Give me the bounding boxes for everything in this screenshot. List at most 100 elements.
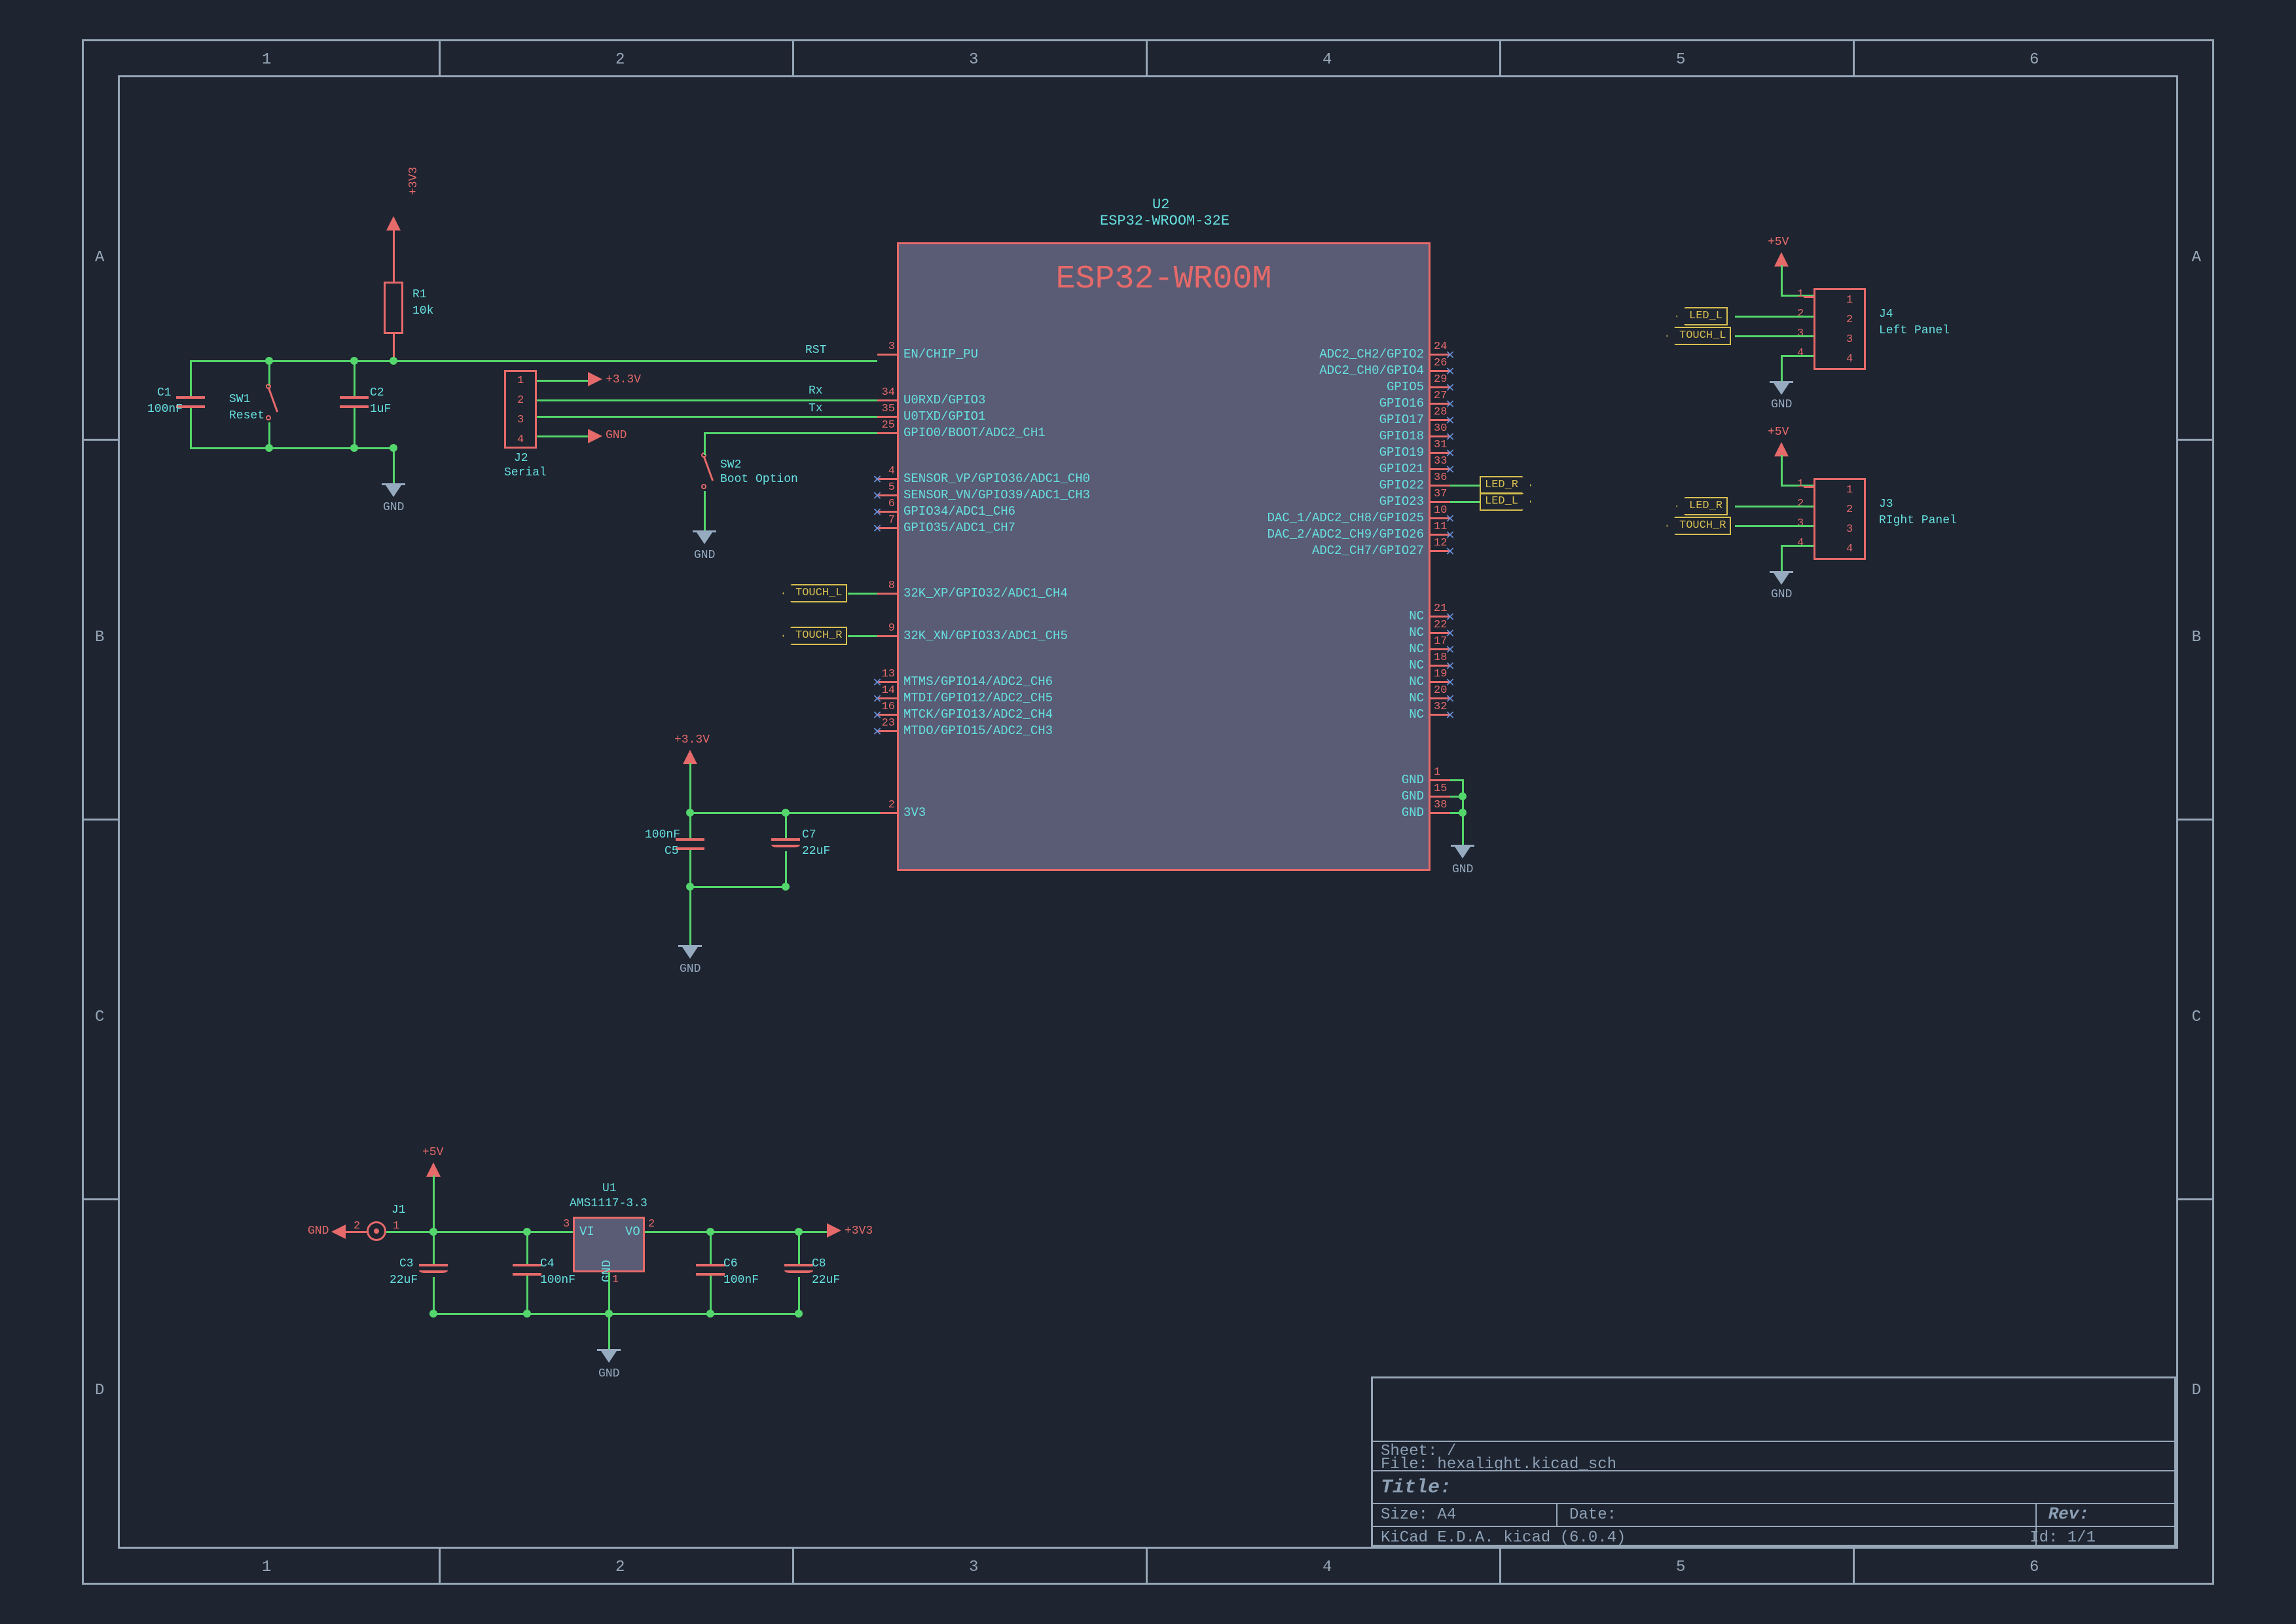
tb-file: File: hexalight.kicad_sch [1381,1456,1616,1473]
u2-rpin-name-15: GND [1402,789,1424,803]
u2-rpin-num-37: 37 [1434,488,1447,500]
u2-pin-num-3: 3 [874,341,895,353]
pwr-3v3-arrow [386,216,401,231]
c2-bot-wire [354,408,355,447]
r1-top [393,249,395,282]
u2-pin-name-7: GPIO35/ADC1_CH7 [903,521,1015,535]
j2-pin-1: 1 [517,375,524,387]
u2-pin-name-35: U0TXD/GPIO1 [903,409,985,424]
ruler-bot-6: 6 [2030,1559,2039,1576]
u2-rpin-num-15: 15 [1434,783,1447,795]
c2-top-wire [354,360,355,396]
c1-top-wire [190,360,192,396]
u2-pin-name-9: 32K_XN/GPIO33/ADC1_CH5 [903,629,1068,643]
u2-pin-num-25: 25 [874,419,895,432]
u2-pin-name-23: MTDO/GPIO15/ADC2_CH3 [903,724,1053,738]
r1 [384,282,403,334]
j1-gnd-stub [344,1231,367,1233]
J3-val: RIght Panel [1879,514,1957,527]
u1-n2: 2 [648,1218,655,1230]
J3-ext-3: 3 [1797,517,1804,530]
tag-TOUCH_R: TOUCH_R [1666,517,1731,535]
u2-rpin-name-20: NC [1409,691,1424,705]
u2-rpin-num-1: 1 [1434,766,1440,779]
c5-top [689,812,691,838]
u2-pin-name-3: EN/CHIP_PU [903,347,978,361]
u2-value: ESP32-WROOM-32E [1100,213,1230,229]
tick-top-3 [1499,41,1501,75]
u2-pin-stub-2 [877,812,897,814]
u2-rpin-name-24: ADC2_CH2/GPIO2 [1319,347,1424,361]
c4-val: 100nF [540,1274,575,1287]
u2-rpin-num-11: 11 [1434,521,1447,533]
J3-w3 [1735,525,1813,527]
ruler-left-D: D [95,1382,104,1399]
u1-gnd-bus [433,1313,800,1315]
ruler-top-5: 5 [1676,51,1685,69]
c57-gnd-drop [689,886,691,945]
u2-rpin-num-24: 24 [1434,341,1447,353]
u2-pin-num-9: 9 [874,622,895,635]
u2-rpin-name-19: NC [1409,674,1424,689]
c6-bot [710,1276,712,1313]
j1-to-bus [386,1231,435,1233]
J4-gnd-lbl: GND [1771,398,1792,411]
J3-gnd-lbl: GND [1771,588,1792,601]
u2-rpin-num-36: 36 [1434,471,1447,484]
pwr-5v-u1 [426,1162,441,1177]
j2-pin-2: 2 [517,394,524,407]
u1-vi: VI [579,1225,594,1239]
c57-drop [689,763,691,812]
j2-3v3-lbl: +3.3V [606,373,641,386]
gnd-reset-lbl: GND [383,501,404,514]
r1-val: 10k [412,304,433,318]
nc-icon: ✕ [1446,707,1454,724]
u2-pin-num-8: 8 [874,580,895,592]
tick-l-1 [84,819,118,821]
j2-gnd-arr [588,429,602,443]
tag-TOUCH_L: TOUCH_L [782,584,847,602]
u2-pin-name-14: MTDI/GPIO12/ADC2_CH5 [903,691,1053,705]
net-rx: Rx [809,384,823,397]
tag-TOUCH_R: TOUCH_R [782,627,847,645]
tag-LED_L: LED_L [1480,492,1531,511]
ruler-top-3: 3 [969,51,978,69]
c2-val: 1uF [370,403,391,416]
J4-5v-drop [1781,265,1783,295]
u2-rpin-name-17: NC [1409,642,1424,656]
j2-w1 [537,380,589,382]
u2-pin-stub-35 [877,416,897,418]
pwr-3v3-out-lbl: +3V3 [845,1225,873,1238]
c4-top [526,1231,528,1264]
c6-top [710,1231,712,1264]
u2-rpin-name-32: NC [1409,707,1424,722]
u2-rpin-name-18: NC [1409,658,1424,673]
ruler-bot-2: 2 [615,1559,625,1576]
gnd-u1-lbl: GND [598,1367,619,1380]
u2-rpin-name-33: GPIO21 [1379,462,1424,476]
wire-TOUCH_R [848,635,877,637]
ruler-top-1: 1 [262,51,271,69]
u2-rpin-num-29: 29 [1434,373,1447,386]
u2-gnd-h [1450,779,1463,781]
u2-rpin-name-22: NC [1409,625,1424,640]
wire-TOUCH_L [848,593,877,595]
tb-date: Date: [1569,1506,1616,1524]
j-rst-r1 [390,357,397,365]
u2-rpin-num-33: 33 [1434,455,1447,468]
gnd-sw2-lbl: GND [694,549,715,562]
u1-vo: VO [625,1225,640,1239]
stub [393,229,395,249]
u2-rpin-name-28: GPIO17 [1379,413,1424,427]
J4-box [1813,288,1866,370]
j-g-c6 [706,1310,714,1318]
tb-title: Title: [1381,1477,1451,1499]
wire-rst [190,360,877,362]
ruler-bot-1: 1 [262,1559,271,1576]
u2-rpin-num-22: 22 [1434,619,1447,631]
u2-rpin-num-30: 30 [1434,422,1447,435]
u2-pin-name-2: 3V3 [903,805,926,820]
tick-bot-1 [792,1549,794,1583]
J3-box [1813,478,1866,560]
J3-ext-1: 1 [1797,478,1804,490]
